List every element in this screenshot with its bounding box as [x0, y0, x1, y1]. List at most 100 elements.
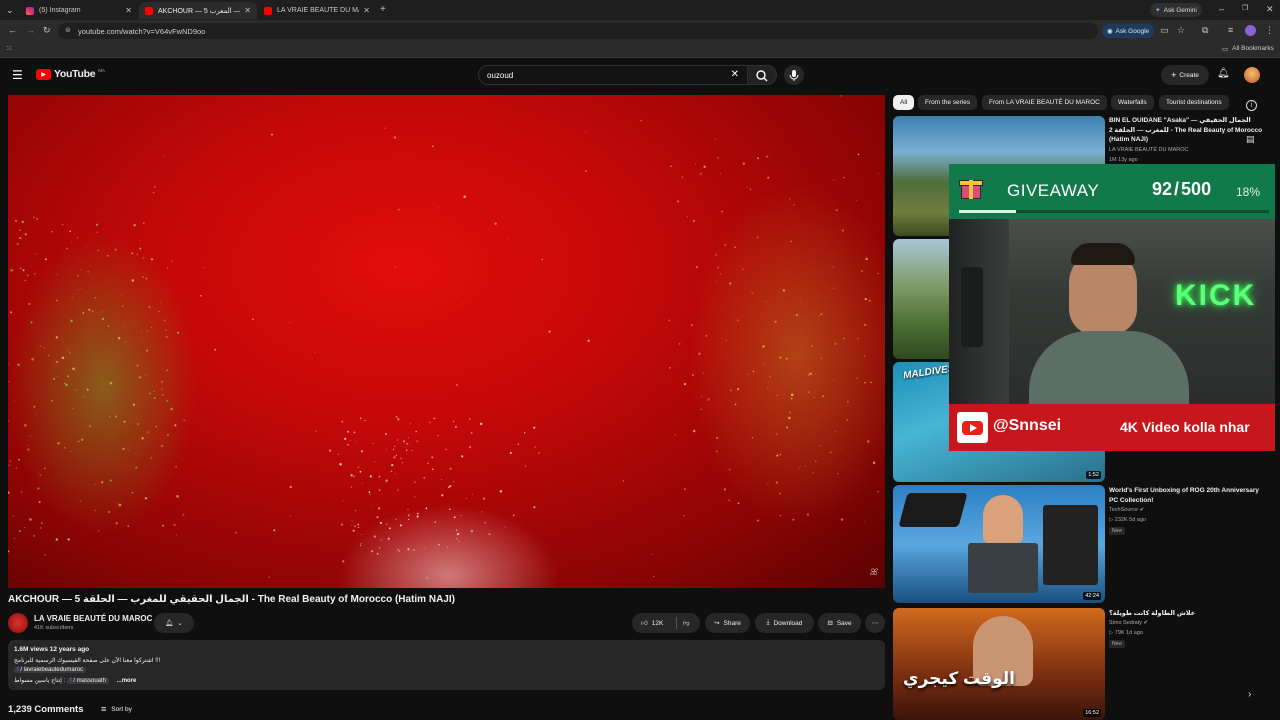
close-window-icon[interactable]: ✕ [1266, 4, 1274, 15]
recommendation-channel[interactable]: LA VRAIE BEAUTÉ DU MAROC [1109, 146, 1188, 155]
chip-tourist-destinations[interactable]: Tourist destinations [1159, 95, 1229, 110]
chip-from-channel[interactable]: From LA VRAIE BEAUTÉ DU MAROC [982, 95, 1107, 110]
browser-tab-bar: ⌄ (5) Instagram ✕ AKCHOUR — 5 الحلقة — ا… [0, 0, 1280, 20]
account-avatar[interactable] [1244, 67, 1260, 83]
sparkle [425, 507, 428, 510]
ask-google-button[interactable]: ◉ Ask Google [1102, 24, 1154, 38]
recommendation-item[interactable]: الوقت كيجري 16:52 علاش الطاولة كانت طويل… [893, 608, 1280, 720]
notifications-bell-icon[interactable]: 🔔︎ [1217, 68, 1230, 79]
sparkle [31, 358, 34, 361]
sparkle [840, 518, 844, 521]
new-tab-icon[interactable]: + [380, 4, 386, 15]
sort-by-button[interactable]: ≡ Sort by [101, 704, 132, 714]
channel-name[interactable]: LA VRAIE BEAUTÉ DU MAROC [34, 614, 152, 623]
recommendation-title[interactable]: World's First Unboxing of ROG 20th Anniv… [1109, 486, 1269, 505]
create-button[interactable]: + Create [1161, 65, 1209, 85]
sparkle [795, 313, 799, 317]
sparkle [344, 437, 347, 440]
sparkle [171, 260, 173, 262]
video-thumbnail[interactable]: 42:24 [893, 485, 1105, 603]
recommendation-channel[interactable]: TechSource ✔ [1109, 506, 1144, 515]
sparkle [43, 346, 45, 349]
youtube-logo[interactable]: ▶ YouTube MA [36, 68, 105, 80]
back-icon[interactable]: ← [8, 25, 17, 35]
chip-waterfalls[interactable]: Waterfalls [1111, 95, 1154, 110]
sparkle [815, 460, 817, 463]
save-button[interactable]: ⊟ Save [818, 613, 861, 633]
sparkle [359, 544, 362, 547]
minimize-icon[interactable]: – [1219, 4, 1224, 14]
chip-label: From the series [925, 99, 971, 106]
voice-search-button[interactable] [784, 65, 804, 85]
media-icon[interactable]: ≡ [1228, 25, 1233, 35]
producer-link[interactable]: f / massouath [66, 678, 110, 684]
forward-icon[interactable]: → [26, 25, 35, 35]
chip-all[interactable]: All [893, 95, 915, 110]
apps-grid-icon[interactable]: ⁙ [6, 44, 13, 53]
recommendation-title[interactable]: BIN EL OUIDANE "Asaka" — الجمال الحقيقي … [1109, 116, 1269, 145]
reload-icon[interactable]: ↻ [43, 25, 51, 36]
download-button[interactable]: ⤓ Download [755, 613, 814, 633]
tab-akchour[interactable]: AKCHOUR — 5 الحلقة — المغرب ✕ [139, 2, 257, 19]
sparkle [481, 511, 483, 513]
sparkle [716, 436, 719, 439]
recommendation-item[interactable]: 42:24 World's First Unboxing of ROG 20th… [893, 485, 1280, 605]
like-button[interactable]: 👍︎ 12K [641, 619, 663, 628]
views-and-date: 1.6M views 12 years ago [14, 646, 90, 653]
video-thumbnail[interactable]: الوقت كيجري 16:52 [893, 608, 1105, 720]
sparkle [177, 331, 180, 334]
sparkle [690, 324, 693, 327]
close-tab-icon[interactable]: ✕ [244, 6, 251, 15]
site-info-icon[interactable]: ⊜ [65, 26, 71, 34]
facebook-link[interactable]: f / lavraiebeautedumaroc [14, 667, 87, 673]
sparkle [717, 156, 719, 159]
share-button[interactable]: ↪ Share [705, 613, 750, 633]
search-input[interactable]: ouzoud ✕ [478, 65, 748, 85]
chrome-menu-icon[interactable]: ⋮ [1265, 25, 1274, 36]
profile-avatar[interactable] [1245, 25, 1256, 36]
recommendation-channel[interactable]: Simo Sedraty ✔ [1109, 619, 1148, 628]
recommendation-title[interactable]: علاش الطاولة كانت طويلة؟ [1109, 609, 1269, 619]
new-badge: New [1109, 527, 1126, 535]
sparkle [371, 550, 374, 553]
sparkle [146, 432, 148, 434]
extensions-icon[interactable]: ⧉ [1202, 25, 1208, 36]
sparkle [289, 515, 291, 517]
description-box[interactable]: 1.6M views 12 years ago اشتركوا معنا الآ… [8, 640, 885, 690]
bookmark-star-icon[interactable]: ☆ [1177, 25, 1185, 36]
url-bar[interactable]: ⊜ youtube.com/watch?v=V64vFwND9oo [58, 23, 1098, 39]
browser-toolbar: ← → ↻ ⊜ youtube.com/watch?v=V64vFwND9oo … [0, 20, 1280, 42]
video-player[interactable]: ꕤ [8, 95, 885, 588]
sparkle [782, 289, 786, 292]
subscribed-button[interactable]: 🔔︎ ⌄ [154, 613, 194, 633]
ask-gemini-button[interactable]: ✦ Ask Gemini [1150, 3, 1202, 17]
tab-instagram[interactable]: (5) Instagram ✕ [20, 2, 138, 19]
sparkle [585, 131, 587, 133]
sparkle [13, 537, 16, 540]
maximize-icon[interactable]: ❐ [1242, 4, 1248, 12]
search-button[interactable] [747, 65, 777, 85]
chip-from-the-series[interactable]: From the series [918, 95, 978, 110]
hamburger-menu-icon[interactable]: ☰ [12, 68, 23, 82]
info-icon[interactable]: i [1246, 100, 1257, 111]
tab-search-icon[interactable]: ⌄ [6, 5, 14, 16]
cast-icon[interactable]: ▭ [1160, 25, 1169, 36]
more-actions-button[interactable]: ⋯ [865, 613, 885, 633]
all-bookmarks-button[interactable]: ▭ All Bookmarks [1222, 45, 1274, 53]
show-more-link[interactable]: ...more [117, 678, 137, 684]
sparkle [414, 481, 416, 483]
sparkle [144, 375, 146, 377]
clear-search-icon[interactable]: ✕ [731, 69, 739, 80]
dislike-button[interactable]: 👎︎ [683, 619, 690, 627]
sparkle [751, 291, 754, 294]
sparkle [118, 503, 122, 507]
sparkle [64, 447, 66, 449]
close-tab-icon[interactable]: ✕ [125, 6, 132, 15]
tab-la-vraie-beaute[interactable]: LA VRAIE BEAUTÉ DU MAROC ✕ [258, 2, 376, 19]
channel-avatar[interactable] [8, 613, 28, 633]
close-tab-icon[interactable]: ✕ [363, 6, 370, 15]
sparkle [117, 337, 121, 340]
sparkle [793, 204, 795, 206]
sparkle [123, 420, 126, 423]
verified-icon: ✔ [1139, 507, 1145, 513]
